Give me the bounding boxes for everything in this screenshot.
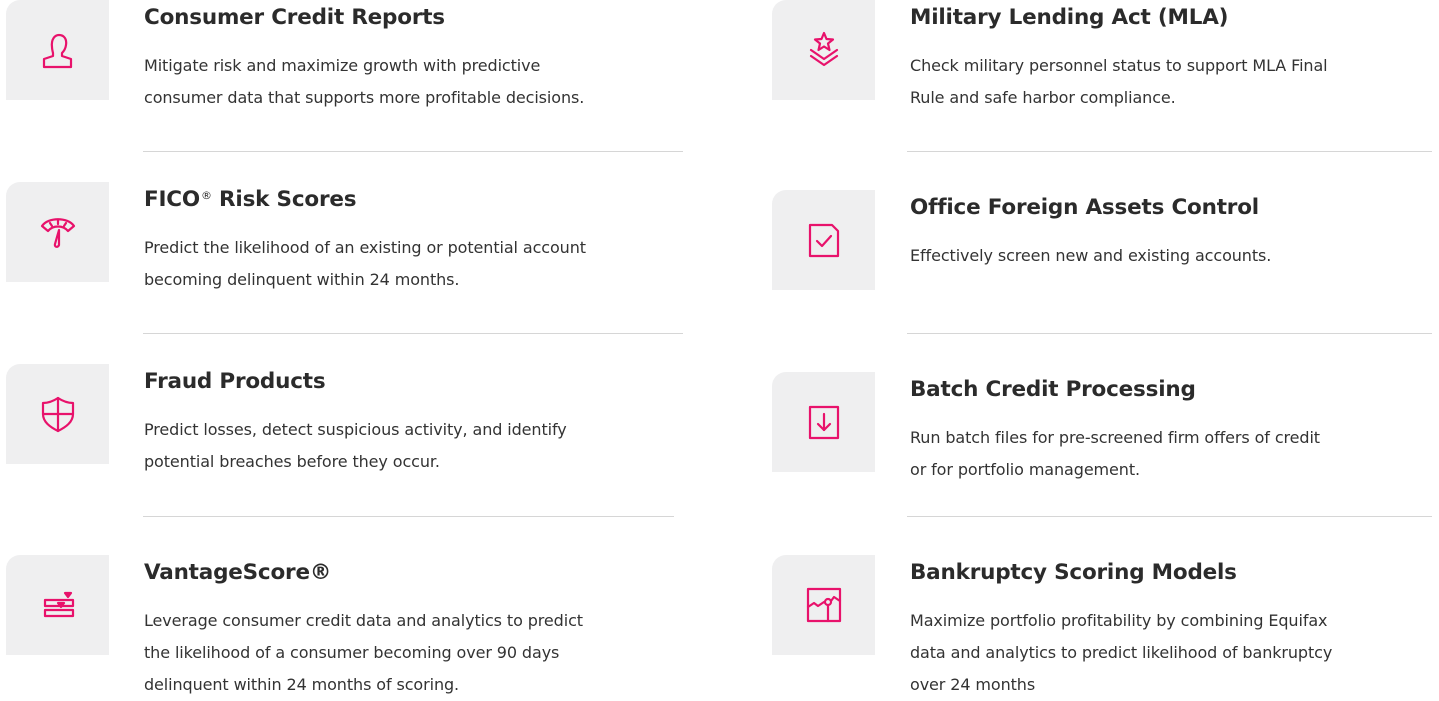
description-line: data and analytics to predict likelihood… — [910, 643, 1333, 662]
description-line: Effectively screen new and existing acco… — [910, 246, 1272, 265]
description-line: Predict the likelihood of an existing or… — [144, 238, 586, 257]
divider — [143, 516, 674, 517]
icon-tile — [772, 372, 875, 472]
divider — [143, 333, 683, 334]
description-line: consumer data that supports more profita… — [144, 88, 585, 107]
description-line: the likelihood of a consumer becoming ov… — [144, 643, 560, 662]
product-title[interactable]: FICO® Risk Scores — [144, 187, 357, 212]
description-line: Run batch files for pre-screened firm of… — [910, 428, 1320, 447]
description-line: Rule and safe harbor compliance. — [910, 88, 1176, 107]
title-text: FICO — [144, 187, 200, 212]
registered-mark: ® — [200, 189, 212, 202]
product-description: Run batch files for pre-screened firm of… — [910, 422, 1320, 486]
product-title[interactable]: Bankruptcy Scoring Models — [910, 560, 1237, 585]
product-description: Maximize portfolio profitability by comb… — [910, 605, 1332, 701]
product-description: Mitigate risk and maximize growth with p… — [144, 50, 584, 114]
description-line: becoming delinquent within 24 months. — [144, 270, 460, 289]
title-text-rest: Risk Scores — [211, 187, 357, 212]
description-line: Mitigate risk and maximize growth with p… — [144, 56, 541, 75]
description-line: over 24 months — [910, 675, 1036, 694]
description-line: Maximize portfolio profitability by comb… — [910, 611, 1328, 630]
icon-tile — [6, 0, 109, 100]
chart-frame-icon — [806, 587, 841, 623]
product-description: Effectively screen new and existing acco… — [910, 240, 1271, 272]
description-line: or for portfolio management. — [910, 460, 1140, 479]
divider — [907, 333, 1432, 334]
product-description: Leverage consumer credit data and analyt… — [144, 605, 583, 701]
checkbox-icon — [808, 223, 839, 258]
person-icon — [42, 33, 72, 69]
description-line: potential breaches before they occur. — [144, 452, 440, 471]
product-description: Check military personnel status to suppo… — [910, 50, 1328, 114]
description-line: Check military personnel status to suppo… — [910, 56, 1328, 75]
product-title[interactable]: Military Lending Act (MLA) — [910, 5, 1228, 30]
divider — [907, 151, 1432, 152]
download-box-icon — [808, 405, 839, 440]
product-description: Predict losses, detect suspicious activi… — [144, 414, 567, 478]
icon-tile — [6, 182, 109, 282]
icon-tile — [772, 555, 875, 655]
product-title[interactable]: Consumer Credit Reports — [144, 5, 445, 30]
icon-tile — [6, 555, 109, 655]
product-description: Predict the likelihood of an existing or… — [144, 232, 586, 296]
icon-tile — [772, 190, 875, 290]
icon-tile — [772, 0, 875, 100]
description-line: Predict losses, detect suspicious activi… — [144, 420, 567, 439]
product-title[interactable]: Fraud Products — [144, 369, 326, 394]
score-bars-icon — [43, 591, 74, 618]
icon-tile — [6, 364, 109, 464]
military-star-icon — [809, 31, 838, 67]
divider — [907, 516, 1432, 517]
product-title[interactable]: VantageScore® — [144, 560, 331, 585]
shield-icon — [41, 396, 74, 433]
divider — [143, 151, 683, 152]
gauge-icon — [40, 218, 75, 248]
product-title[interactable]: Batch Credit Processing — [910, 377, 1196, 402]
description-line: Leverage consumer credit data and analyt… — [144, 611, 583, 630]
description-line: delinquent within 24 months of scoring. — [144, 675, 460, 694]
product-title[interactable]: Office Foreign Assets Control — [910, 195, 1259, 220]
